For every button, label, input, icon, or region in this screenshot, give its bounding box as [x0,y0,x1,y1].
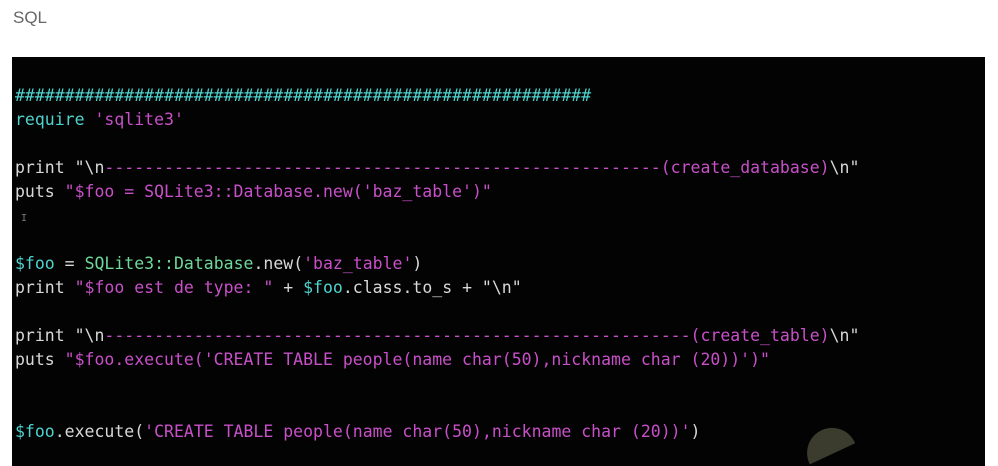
code-line: puts "$foo = SQLite3::Database.new('baz_… [15,180,859,204]
code-token: .execute( [54,422,145,441]
code-token: "$foo est de type: " [74,278,274,297]
code-token: $foo [303,278,343,297]
code-block: ########################################… [15,84,859,444]
code-token: 'baz_table' [303,254,413,273]
code-token: .new( [253,254,304,273]
code-token: \n" [829,326,860,345]
section-title: SQL [13,8,48,27]
text-cursor-icon: I [21,213,28,224]
code-video-frame[interactable]: ########################################… [12,57,985,466]
code-token: "$foo.execute('CREATE TABLE people(name … [64,350,770,369]
code-token: + [273,278,304,297]
code-token: = [54,254,85,273]
code-token: $foo [15,422,55,441]
code-token: " [74,326,85,345]
code-token: ) [412,254,423,273]
code-token: \n" [829,158,860,177]
code-line: $foo = SQLite3::Database.new('baz_table'… [15,252,859,276]
code-token: \n [84,158,105,177]
code-line: require 'sqlite3' [15,108,859,132]
code-line: puts "$foo.execute('CREATE TABLE people(… [15,348,859,372]
code-line: ########################################… [15,84,859,108]
code-line: $foo.execute('CREATE TABLE people(name c… [15,420,859,444]
code-token: " [74,158,85,177]
code-token: ) [690,422,701,441]
code-token: print [15,326,75,345]
code-token: require [15,110,95,129]
code-line: print "\n-------------------------------… [15,156,859,180]
code-token: puts [15,182,65,201]
code-line: I [15,204,859,228]
code-line: print "$foo est de type: " + $foo.class.… [15,276,859,300]
code-token: 'sqlite3' [94,110,184,129]
code-token: \n [84,326,105,345]
code-token: ########################################… [15,86,592,105]
code-token: "$foo = SQLite3::Database.new('baz_table… [64,182,492,201]
code-line: print "\n-------------------------------… [15,324,859,348]
code-token: 'CREATE TABLE people(name char(50),nickn… [144,422,691,441]
code-token: SQLite3::Database [84,254,254,273]
code-token: ----------------------------------------… [104,326,830,345]
code-token: print [15,278,75,297]
code-token: .class.to_s + "\n" [342,278,522,297]
code-token: print [15,158,75,177]
code-token: ----------------------------------------… [104,158,830,177]
code-token: $foo [15,254,55,273]
code-token: puts [15,350,65,369]
